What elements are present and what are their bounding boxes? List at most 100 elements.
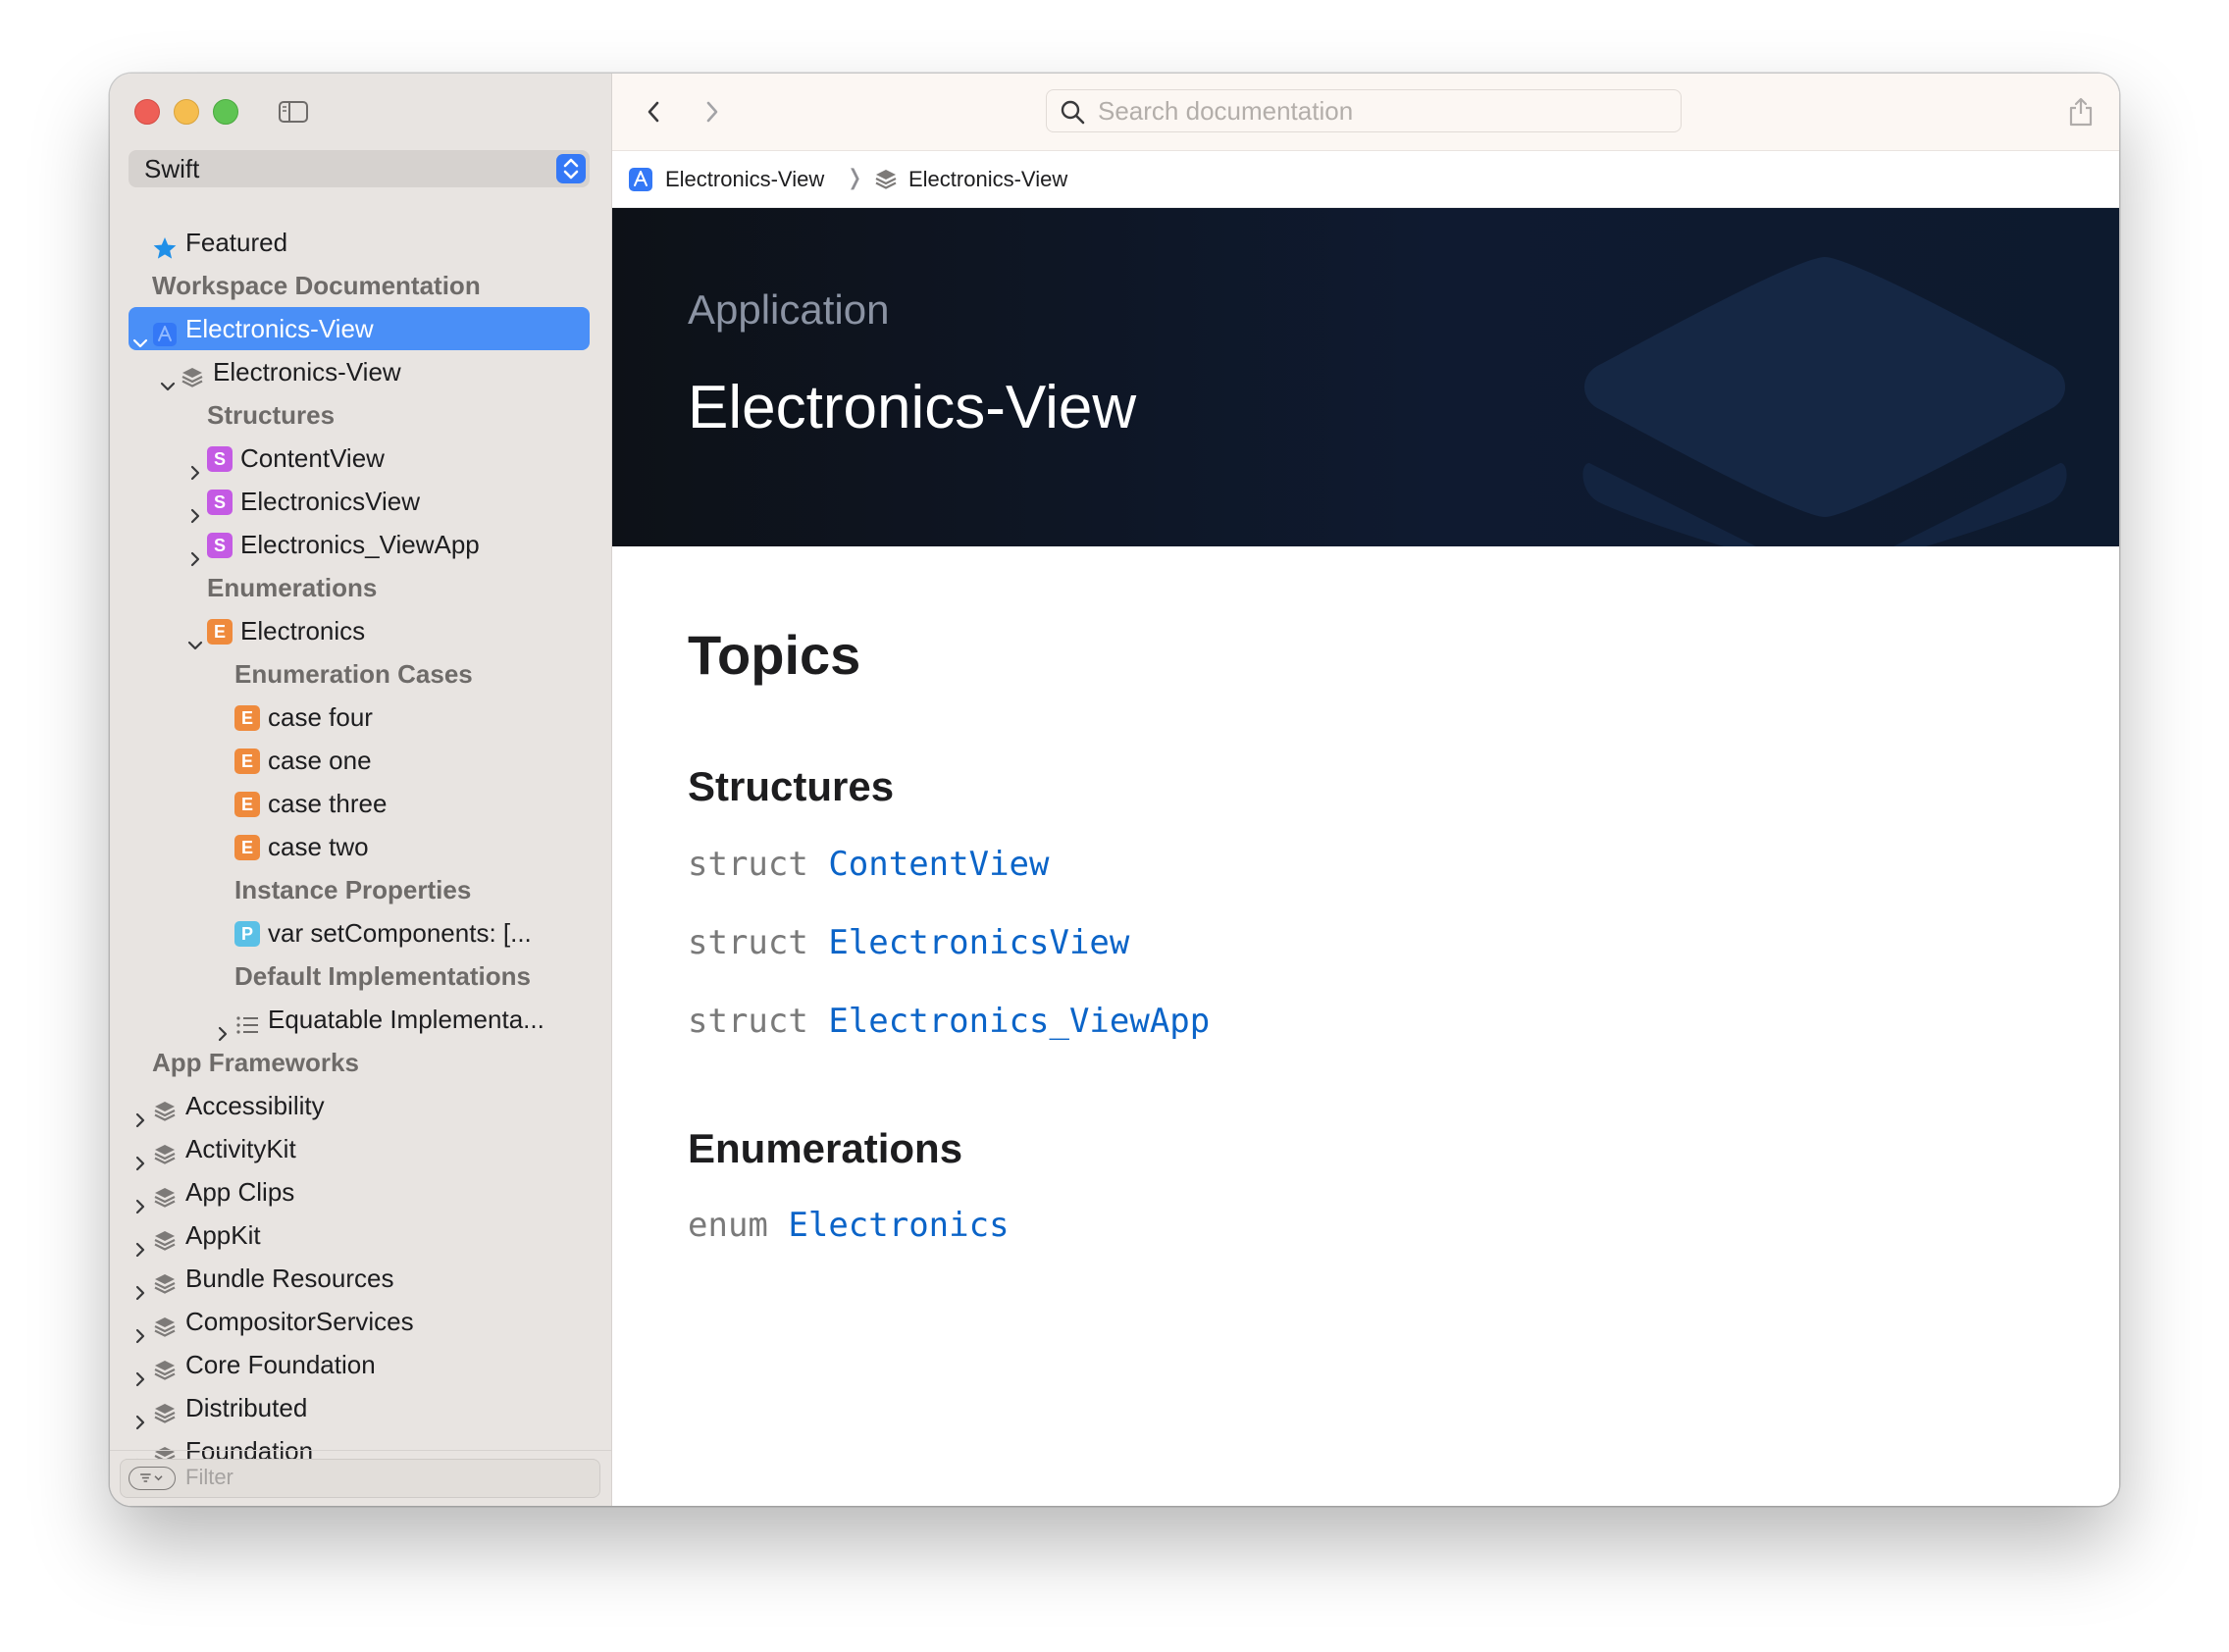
declaration-keyword: enum [688, 1206, 768, 1245]
chevron-right-icon[interactable] [132, 1098, 148, 1128]
chevron-right-icon[interactable] [132, 1141, 148, 1171]
sidebar-section-header: Default Implementations [129, 955, 590, 998]
sidebar-item[interactable]: Electronics-View [129, 350, 590, 393]
sidebar-item[interactable]: Bundle Resources [129, 1257, 590, 1301]
sidebar-item-label: Structures [207, 400, 336, 430]
symbol-link[interactable]: Electronics_ViewApp [828, 1002, 1210, 1041]
symbol-link[interactable]: Electronics [788, 1206, 1009, 1245]
module-stack-icon [1582, 257, 2067, 546]
sidebar-item-label: var setComponents: [... [268, 918, 532, 948]
sidebar-item[interactable]: App Clips [129, 1170, 590, 1214]
sidebar-item[interactable]: S ContentView [129, 437, 590, 481]
section-title-enumerations: Enumerations [688, 1125, 963, 1171]
filter-field[interactable]: Filter [120, 1459, 600, 1498]
sidebar-item-label: ContentView [240, 443, 385, 473]
module-stack-icon [152, 1180, 178, 1208]
star-icon [152, 231, 178, 259]
close-window-button[interactable] [134, 99, 160, 125]
breadcrumb-item-app[interactable]: Electronics-View [665, 167, 824, 192]
chevron-right-icon[interactable] [132, 1227, 148, 1258]
chevron-right-icon[interactable] [187, 493, 203, 524]
declaration-row: struct Electronics_ViewApp [688, 1002, 1210, 1041]
sidebar-item[interactable]: Accessibility [129, 1084, 590, 1128]
breadcrumb-separator: ❭ [846, 165, 864, 189]
chevron-right-icon[interactable] [132, 1400, 148, 1430]
topics-heading: Topics [688, 624, 861, 686]
sidebar-item[interactable]: Ecase three [129, 782, 590, 825]
hero-banner: Application Electronics-View [612, 208, 2119, 546]
chevron-down-icon[interactable] [132, 321, 148, 348]
chevron-down-icon[interactable] [160, 364, 176, 391]
sidebar-item[interactable]: Core Foundation [129, 1343, 590, 1387]
property-badge-icon: P [234, 921, 260, 947]
sidebar-item-label: CompositorServices [185, 1307, 414, 1336]
sidebar-toggle-icon[interactable] [279, 101, 308, 123]
sidebar-item[interactable]: Ecase two [129, 825, 590, 868]
hero-eyebrow: Application [688, 286, 890, 333]
sidebar-item[interactable]: CompositorServices [129, 1300, 590, 1344]
language-select[interactable]: Swift [129, 150, 590, 187]
sidebar-item[interactable]: Pvar setComponents: [... [129, 911, 590, 955]
chevron-right-icon[interactable] [132, 1270, 148, 1301]
sidebar-item-label: Equatable Implementa... [268, 1005, 544, 1034]
module-stack-icon [152, 1396, 178, 1423]
sidebar-item-label: case two [268, 832, 369, 861]
sidebar-item-label: Foundation [185, 1436, 314, 1462]
sidebar-item-label: App Clips [185, 1177, 295, 1207]
sidebar-item[interactable]: S Electronics_ViewApp [129, 523, 590, 567]
sidebar-item[interactable]: ActivityKit [129, 1127, 590, 1171]
declaration-row: enum Electronics [688, 1206, 1010, 1245]
sidebar-item-label: Electronics-View [213, 357, 401, 387]
sidebar-item[interactable]: Electronics-View [129, 307, 590, 350]
toolbar: Search documentation [612, 74, 2119, 151]
sidebar-item[interactable]: Ecase four [129, 696, 590, 739]
sidebar-item-label: case three [268, 789, 388, 818]
sidebar-item-label: ActivityKit [185, 1134, 296, 1163]
sidebar-item-label: App Frameworks [152, 1048, 359, 1077]
chevron-right-icon[interactable] [132, 1184, 148, 1214]
section-title-structures: Structures [688, 763, 895, 809]
module-stack-icon [152, 1223, 178, 1251]
app-icon [629, 168, 652, 191]
search-placeholder: Search documentation [1098, 96, 1354, 126]
filter-placeholder: Filter [185, 1465, 233, 1489]
chevron-right-icon[interactable] [187, 537, 203, 567]
chevron-right-icon[interactable] [132, 1443, 148, 1462]
back-chevron-icon[interactable] [644, 97, 663, 127]
chevron-right-icon[interactable] [132, 1357, 148, 1387]
navigator-tree: Featured Workspace Documentation Electroni… [129, 221, 590, 1462]
minimize-window-button[interactable] [174, 99, 199, 125]
module-stack-icon [152, 1094, 178, 1121]
module-stack-icon [152, 1137, 178, 1164]
breadcrumb-item-module[interactable]: Electronics-View [908, 167, 1067, 192]
symbol-link[interactable]: ElectronicsView [828, 923, 1129, 962]
search-input[interactable]: Search documentation [1046, 89, 1682, 132]
share-icon[interactable] [2068, 95, 2094, 127]
enum-badge-icon: E [234, 835, 260, 860]
sidebar-item[interactable]: E Electronics [129, 609, 590, 652]
forward-chevron-icon[interactable] [702, 97, 722, 127]
sidebar-item[interactable]: Featured [129, 221, 590, 264]
sidebar-item[interactable]: AppKit [129, 1213, 590, 1258]
chevron-down-icon[interactable] [187, 623, 203, 650]
sidebar-item-label: case four [268, 702, 373, 732]
chevron-right-icon[interactable] [215, 1011, 231, 1042]
sidebar-item-label: Electronics_ViewApp [240, 530, 480, 559]
sidebar-divider [110, 1449, 611, 1451]
sidebar-item[interactable]: Ecase one [129, 739, 590, 782]
struct-badge-icon: S [207, 490, 233, 515]
filter-options-button[interactable] [129, 1467, 176, 1490]
sidebar-item[interactable]: Distributed [129, 1386, 590, 1430]
sidebar-item-label: case one [268, 746, 372, 775]
zoom-window-button[interactable] [213, 99, 238, 125]
sidebar-item[interactable]: S ElectronicsView [129, 480, 590, 524]
module-stack-icon [152, 1266, 178, 1294]
chevron-right-icon[interactable] [132, 1314, 148, 1344]
symbol-link[interactable]: ContentView [828, 845, 1049, 884]
sidebar-item[interactable]: Equatable Implementa... [129, 998, 590, 1042]
main-content: Search documentation Electronics-View ❭ … [612, 74, 2119, 1506]
sidebar-item[interactable]: Foundation [129, 1429, 590, 1462]
sidebar-item-label: Instance Properties [234, 875, 472, 904]
declaration-row: struct ContentView [688, 845, 1049, 884]
chevron-right-icon[interactable] [187, 450, 203, 481]
